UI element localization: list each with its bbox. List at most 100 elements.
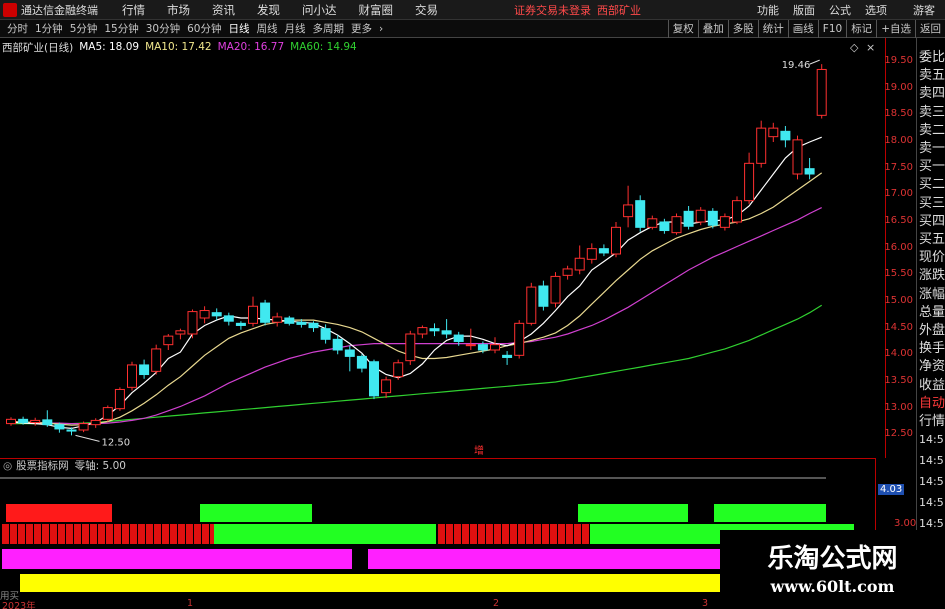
price-tick: 13.50	[884, 375, 913, 386]
menu-zixun[interactable]: 资讯	[212, 2, 235, 18]
login-status[interactable]: 证券交易未登录	[514, 2, 591, 18]
quote-label: 卖一	[919, 141, 945, 156]
indicator-axis-top: 4.03	[878, 484, 905, 495]
tool-duogu[interactable]: 多股	[727, 20, 758, 38]
candle	[804, 158, 815, 180]
candlestick-chart[interactable]: 19.46 12.50 增	[0, 38, 885, 458]
price-tick: 16.00	[884, 241, 913, 253]
low-price-label: 12.50	[102, 437, 131, 448]
indicator-header: ◎ 股票指标网 零轴: 5.00	[0, 458, 875, 472]
candle	[369, 359, 379, 400]
tool-zixuan[interactable]: +自选	[876, 20, 915, 38]
menu-hangqing[interactable]: 行情	[122, 2, 145, 18]
tool-f10[interactable]: F10	[817, 20, 846, 38]
ma20-line	[11, 207, 822, 425]
menu-caifuquan[interactable]: 财富圈	[359, 2, 394, 18]
indicator-eye-icon[interactable]: ◎	[3, 460, 12, 472]
tool-fanhui[interactable]: 返回	[915, 20, 945, 38]
candle-body	[562, 268, 573, 276]
candle-body	[683, 210, 694, 227]
candle	[707, 208, 718, 229]
menu-banmian[interactable]: 版面	[793, 2, 815, 18]
menu-gongneng[interactable]: 功能	[757, 2, 779, 18]
menu-shichang[interactable]: 市场	[167, 2, 190, 18]
indicator-stripe	[154, 524, 161, 544]
quote-label: 买二	[919, 177, 945, 193]
candle-body	[42, 419, 53, 426]
indicator-stripe	[534, 524, 541, 544]
tool-huaxian[interactable]: 画线	[787, 20, 818, 38]
candle	[90, 418, 101, 428]
candle	[490, 337, 500, 354]
candle	[756, 120, 767, 168]
candle-body	[816, 68, 827, 116]
quote-label: 卖四	[919, 86, 945, 102]
candle-body	[30, 419, 41, 424]
period-15min[interactable]: 15分钟	[104, 21, 138, 36]
menu-wenxiaoda[interactable]: 问小达	[302, 2, 337, 18]
guest-user[interactable]: 游客	[913, 2, 935, 18]
indicator-stripe	[162, 524, 169, 544]
period-1min[interactable]: 1分钟	[35, 21, 63, 36]
indicator-block	[714, 504, 826, 522]
indicator-stripe	[462, 524, 469, 544]
candle	[744, 152, 755, 204]
tool-tongji[interactable]: 统计	[757, 20, 788, 38]
menu-xuanxiang[interactable]: 选项	[865, 2, 887, 18]
candle	[42, 410, 53, 427]
price-tick: 14.00	[884, 348, 913, 360]
candle	[598, 244, 609, 257]
menu-faxian[interactable]: 发现	[257, 2, 280, 18]
menu-jiaoyi[interactable]: 交易	[415, 2, 438, 18]
candle	[635, 195, 646, 232]
indicator-stripe	[566, 524, 573, 544]
candle-body	[804, 168, 815, 175]
quote-panel: 委比 卖五 卖四 卖三 卖二 卖一 买一 买二 买三 买四 买五 现价 涨跌 涨幅 总量 外盘 换手 净资 收益 自动…	[916, 38, 945, 598]
candle-body	[393, 362, 404, 378]
candle-body	[163, 335, 174, 346]
period-30min[interactable]: 30分钟	[146, 21, 180, 36]
candle-body	[550, 275, 561, 304]
indicator-stripe	[518, 524, 525, 544]
period-60min[interactable]: 60分钟	[187, 21, 221, 36]
quote-label: 行情	[919, 414, 945, 429]
chevron-right-icon[interactable]: ›	[379, 23, 383, 35]
candle-body	[598, 248, 609, 254]
candle-body	[490, 344, 500, 351]
indicator-stripe	[26, 524, 33, 544]
quote-label: 卖二	[919, 122, 945, 138]
candle	[695, 207, 706, 226]
price-tick: 16.50	[884, 215, 913, 226]
tool-biaoji[interactable]: 标记	[846, 20, 876, 38]
period-daily[interactable]: 日线	[229, 21, 250, 36]
candle	[671, 213, 682, 235]
candle	[30, 417, 41, 426]
indicator-stripe	[138, 524, 145, 544]
candle-body	[719, 216, 730, 228]
candle-body	[260, 302, 271, 323]
candle	[550, 272, 561, 308]
candle-body	[18, 418, 29, 424]
candle-body	[296, 321, 307, 325]
quote-label: 买五	[919, 232, 945, 247]
period-5min[interactable]: 5分钟	[70, 21, 98, 36]
indicator-stripe	[526, 524, 533, 544]
candle	[223, 312, 234, 326]
time-axis-year: 2023年	[2, 601, 36, 609]
period-weekly[interactable]: 周线	[257, 21, 278, 36]
candle	[199, 306, 210, 324]
period-multi[interactable]: 多周期	[313, 21, 345, 36]
indicator-stripe	[502, 524, 509, 544]
period-monthly[interactable]: 月线	[285, 21, 306, 36]
indicator-stripe	[582, 524, 589, 544]
tool-fuquan[interactable]: 复权	[667, 20, 698, 38]
indicator-stripe	[90, 524, 97, 544]
tool-diejia[interactable]: 叠加	[697, 20, 728, 38]
menu-gongshi[interactable]: 公式	[829, 2, 851, 18]
period-fenshi[interactable]: 分时	[7, 21, 28, 36]
candle	[6, 417, 16, 426]
candle	[659, 218, 670, 234]
time-axis-mark-2: 2	[493, 598, 500, 609]
period-more[interactable]: 更多	[351, 21, 372, 36]
candle-body	[127, 364, 137, 388]
